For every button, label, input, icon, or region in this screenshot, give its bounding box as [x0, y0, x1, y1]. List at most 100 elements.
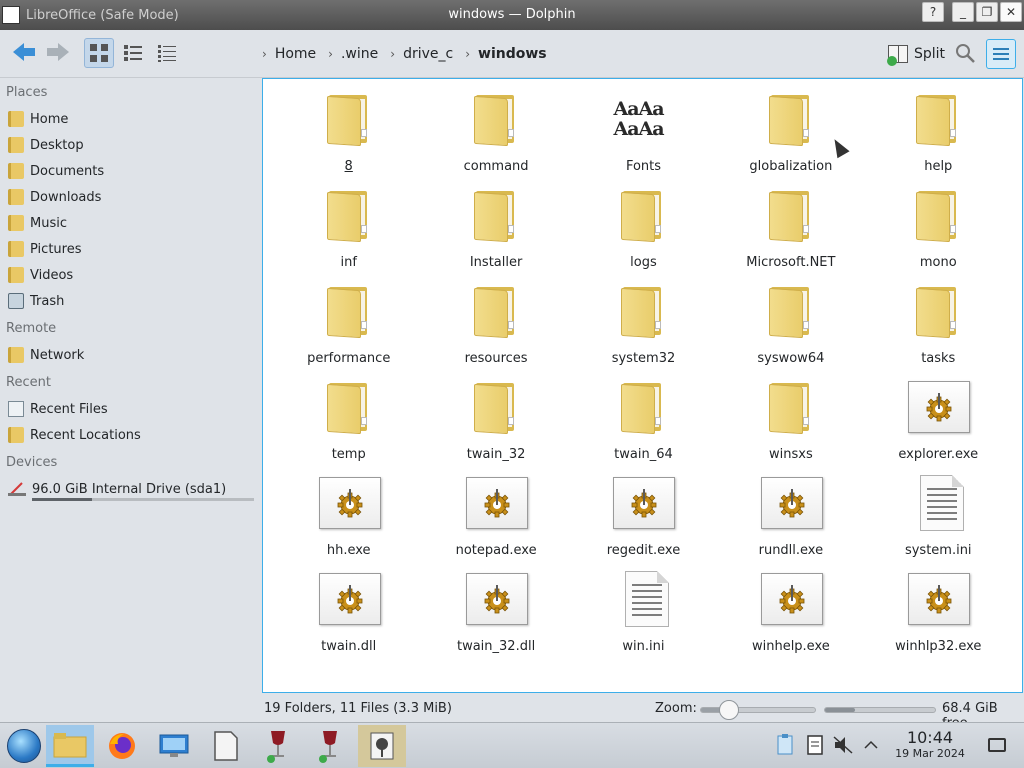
split-button[interactable]: Split: [884, 38, 949, 70]
file-name: command: [463, 159, 529, 174]
file-item[interactable]: twain_32.dll: [422, 565, 569, 661]
taskbar-wine-app-2[interactable]: [306, 725, 354, 767]
breadcrumb-wine[interactable]: › .wine: [328, 46, 378, 62]
hamburger-menu-button[interactable]: [986, 39, 1016, 69]
file-item[interactable]: explorer.exe: [865, 373, 1012, 469]
file-item[interactable]: help: [865, 85, 1012, 181]
sidebar-item-network[interactable]: Network: [0, 342, 262, 368]
details-view-button[interactable]: [152, 38, 182, 68]
close-button[interactable]: ✕: [1000, 2, 1022, 22]
sidebar-item-documents[interactable]: Documents: [0, 158, 262, 184]
file-item[interactable]: twain_32: [422, 373, 569, 469]
folder-icon: [759, 377, 823, 441]
sidebar-item-downloads[interactable]: Downloads: [0, 184, 262, 210]
clock-date: 19 Mar 2024: [895, 747, 965, 760]
icons-view-button[interactable]: [84, 38, 114, 68]
sidebar-item-pictures[interactable]: Pictures: [0, 236, 262, 262]
folder-icon: [759, 281, 823, 345]
file-item[interactable]: resources: [422, 277, 569, 373]
file-name: twain.dll: [321, 639, 377, 654]
file-item[interactable]: mono: [865, 181, 1012, 277]
file-name: logs: [630, 255, 657, 270]
minimize-button[interactable]: _: [952, 2, 974, 22]
clock[interactable]: 10:44 19 Mar 2024: [888, 729, 972, 761]
file-name: rundll.exe: [758, 543, 824, 558]
sidebar-item-recent-locations[interactable]: Recent Locations: [0, 422, 262, 448]
details-view-icon: [158, 45, 176, 62]
desktop-folder-icon: [8, 137, 24, 153]
compact-view-button[interactable]: [118, 38, 148, 68]
notes-tray-icon[interactable]: [804, 733, 826, 757]
drive-usage-bar: [32, 498, 254, 501]
file-item[interactable]: tasks: [865, 277, 1012, 373]
file-item[interactable]: AaAa AaAa Fonts: [570, 85, 717, 181]
taskbar-system-settings[interactable]: [150, 725, 198, 767]
breadcrumb-windows[interactable]: › windows: [465, 46, 546, 62]
folder-icon: [317, 281, 381, 345]
network-folder-icon: [8, 347, 24, 363]
file-item[interactable]: 8: [275, 85, 422, 181]
file-item[interactable]: winhelp.exe: [717, 565, 864, 661]
window-titlebar[interactable]: LibreOffice (Safe Mode) windows — Dolphi…: [0, 0, 1024, 30]
hamburger-menu-icon: [993, 48, 1009, 50]
file-item[interactable]: regedit.exe: [570, 469, 717, 565]
sidebar-item-videos[interactable]: Videos: [0, 262, 262, 288]
volume-muted-icon[interactable]: [832, 733, 854, 757]
sidebar-item-music[interactable]: Music: [0, 210, 262, 236]
sidebar-section-recent: Recent: [6, 375, 51, 390]
file-item[interactable]: system32: [570, 277, 717, 373]
folder-icon: [611, 185, 675, 249]
file-item[interactable]: winhlp32.exe: [865, 565, 1012, 661]
chevron-right-icon: ›: [390, 47, 396, 61]
breadcrumb-home[interactable]: › Home: [262, 46, 316, 62]
file-item[interactable]: win.ini: [570, 565, 717, 661]
search-button[interactable]: [954, 42, 978, 66]
file-item[interactable]: Installer: [422, 181, 569, 277]
file-item[interactable]: syswow64: [717, 277, 864, 373]
file-item[interactable]: rundll.exe: [717, 469, 864, 565]
file-name: system32: [611, 351, 676, 366]
start-menu-button[interactable]: [0, 725, 48, 767]
breadcrumb-drive-c[interactable]: › drive_c: [390, 46, 453, 62]
window-title: windows — Dolphin: [448, 7, 576, 22]
file-item[interactable]: Microsoft.NET: [717, 181, 864, 277]
file-item[interactable]: twain.dll: [275, 565, 422, 661]
maximize-button[interactable]: ❐: [976, 2, 998, 22]
taskbar-firefox[interactable]: [98, 725, 146, 767]
sidebar-item-recent-files[interactable]: Recent Files: [0, 396, 262, 422]
file-item[interactable]: globalization: [717, 85, 864, 181]
folder-icon: [611, 281, 675, 345]
clipboard-tray-icon[interactable]: [774, 733, 796, 757]
file-item[interactable]: system.ini: [865, 469, 1012, 565]
back-arrow-icon: [13, 43, 35, 61]
text-document-icon: [906, 473, 970, 537]
file-manager-icon: [53, 732, 87, 757]
zoom-slider[interactable]: [700, 707, 816, 713]
taskbar-wine-app-1[interactable]: [254, 725, 302, 767]
back-button[interactable]: [10, 38, 38, 66]
file-grid: 8 command AaAa AaAa Fonts globalization help in…: [275, 85, 1012, 661]
file-item[interactable]: command: [422, 85, 569, 181]
zoom-slider-handle[interactable]: [719, 700, 739, 720]
taskbar-file-manager[interactable]: [46, 725, 94, 767]
file-item[interactable]: performance: [275, 277, 422, 373]
file-item[interactable]: logs: [570, 181, 717, 277]
forward-button[interactable]: [44, 38, 72, 66]
file-view[interactable]: 8 command AaAa AaAa Fonts globalization help in…: [262, 78, 1023, 693]
show-desktop-icon[interactable]: [988, 738, 1006, 752]
file-item[interactable]: temp: [275, 373, 422, 469]
help-button[interactable]: ?: [922, 2, 944, 22]
file-item[interactable]: twain_64: [570, 373, 717, 469]
sidebar-item-home[interactable]: Home: [0, 106, 262, 132]
file-item[interactable]: hh.exe: [275, 469, 422, 565]
taskbar-wine-uninstaller[interactable]: [358, 725, 406, 767]
taskbar-libreoffice[interactable]: [202, 725, 250, 767]
chevron-up-icon[interactable]: [860, 733, 882, 757]
pictures-folder-icon: [8, 241, 24, 257]
file-name: system.ini: [904, 543, 972, 558]
file-item[interactable]: inf: [275, 181, 422, 277]
file-item[interactable]: winsxs: [717, 373, 864, 469]
sidebar-item-trash[interactable]: Trash: [0, 288, 262, 314]
sidebar-item-desktop[interactable]: Desktop: [0, 132, 262, 158]
file-item[interactable]: notepad.exe: [422, 469, 569, 565]
